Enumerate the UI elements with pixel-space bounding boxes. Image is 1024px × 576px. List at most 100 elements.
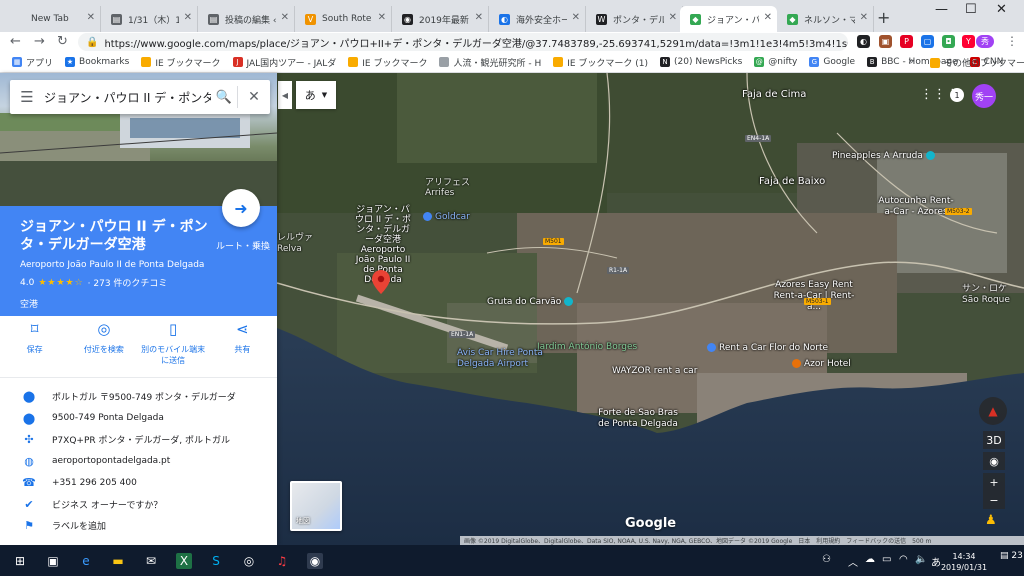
itunes-icon[interactable]: ♫ [274, 553, 290, 569]
map-label-gruta-do-carvao[interactable]: Gruta do Carvão [487, 297, 576, 307]
store-icon[interactable]: ▣ [45, 553, 61, 569]
tab-document[interactable]: ▤1/31（木）148✕ [101, 6, 198, 32]
map-label-avis[interactable]: Avis Car Hire Ponta Delgada Airport [457, 348, 557, 370]
map-layer-toggle[interactable]: 地図 [290, 481, 342, 531]
share-button[interactable]: ⋖ 共有 [208, 316, 277, 377]
skype-icon[interactable]: S [208, 553, 224, 569]
reload-button[interactable]: ↻ [57, 34, 68, 49]
nearby-button[interactable]: ◎ 付近を検索 [69, 316, 138, 377]
collapse-panel-button[interactable]: ◀ [278, 81, 292, 109]
minimize-button[interactable]: — [935, 2, 948, 17]
new-tab-button[interactable]: + [877, 8, 890, 27]
map-label-forte[interactable]: Forte de Sao Bras de Ponta Delgada [593, 408, 683, 430]
map-label-pineapples[interactable]: Pineapples A Arruda [832, 151, 938, 161]
avatar[interactable]: 秀一 [972, 84, 996, 108]
close-icon[interactable]: ✕ [860, 12, 868, 23]
notifications-badge[interactable]: 1 [950, 88, 964, 102]
place-category[interactable]: 空港 [20, 297, 257, 310]
zoom-in-button[interactable]: + [983, 473, 1005, 491]
bookmark-google[interactable]: G Google [809, 57, 855, 67]
tab-overseas-safety[interactable]: ◐海外安全ホーム✕ [489, 6, 586, 32]
maximize-button[interactable]: ☐ [965, 2, 977, 17]
close-icon[interactable]: ✕ [87, 12, 95, 23]
plus-code-row[interactable]: ✣ P7XQ+PR ポンタ・デルガーダ, ポルトガル [0, 429, 277, 451]
close-icon[interactable]: ✕ [475, 12, 483, 23]
close-icon[interactable]: ✕ [378, 12, 386, 23]
add-label-row[interactable]: ⚑ ラベルを追加 [0, 515, 277, 537]
website-row[interactable]: ◍ aeroportopontadelgada.pt [0, 451, 277, 473]
three-d-button[interactable]: 3D [983, 431, 1005, 449]
pinterest-icon[interactable]: P [900, 35, 913, 48]
tab-new-tab[interactable]: New Tab ✕ [4, 6, 101, 32]
tab-south-rote[interactable]: VSouth Rote Sa✕ [295, 6, 392, 32]
review-count-link[interactable]: · 273 件のクチコミ [88, 276, 168, 289]
map-label-goldcar[interactable]: Goldcar [423, 212, 470, 222]
map-label-azores-easy-rent[interactable]: Azores Easy Rent Rent-a-Car | Rent-a... [769, 280, 859, 313]
satellite-map[interactable]: Faja de Cima Pineapples A Arruda Faja de… [277, 73, 1024, 545]
my-location-icon[interactable]: ◉ [983, 452, 1005, 470]
bookmark-ie-folder-2[interactable]: IE ブックマーク [348, 56, 427, 69]
tab-wikipedia[interactable]: Wポンタ・デルガダ✕ [586, 6, 683, 32]
action-center-icon[interactable]: ▤ 23 [1000, 551, 1023, 561]
bookmark-jal[interactable]: J JAL国内ツアー - JALダ [232, 56, 336, 69]
network-icon[interactable]: ▭ [882, 554, 891, 565]
bookmark-apps[interactable]: ▦ アプリ [12, 56, 53, 69]
edge-icon[interactable]: e [78, 553, 94, 569]
phone-row[interactable]: ☎ +351 296 205 400 [0, 472, 277, 494]
map-label-azor-hotel[interactable]: Azor Hotel [792, 359, 851, 369]
search-icon[interactable]: 🔍 [211, 90, 237, 105]
bookmark-newspicks[interactable]: N (20) NewsPicks [660, 57, 742, 67]
hamburger-menu-icon[interactable]: ☰ [10, 88, 44, 106]
chrome-icon[interactable]: ◉ [307, 553, 323, 569]
close-icon[interactable]: ✕ [184, 12, 192, 23]
menu-icon[interactable]: ⋮ [1006, 34, 1018, 48]
bookmark-ie-folder-3[interactable]: IE ブックマーク (1) [553, 56, 648, 69]
extension-icon[interactable]: ◐ [857, 35, 870, 48]
tab-2019[interactable]: ◉2019年最新 モ✕ [392, 6, 489, 32]
bookmark-ie-folder[interactable]: IE ブックマーク [141, 56, 221, 69]
app-icon[interactable]: ◎ [241, 553, 257, 569]
excel-icon[interactable]: X [176, 553, 192, 569]
taskbar-clock[interactable]: 14:34 2019/01/31 [936, 551, 992, 573]
window-close-button[interactable]: ✕ [996, 2, 1007, 17]
mail-icon[interactable]: ✉ [143, 553, 159, 569]
clear-search-icon[interactable]: ✕ [238, 89, 270, 105]
wifi-icon[interactable]: ◠ [899, 554, 908, 565]
location-pin-icon[interactable] [372, 270, 390, 294]
pegman-icon[interactable]: ♟ [985, 513, 997, 528]
address-bar[interactable]: 🔒 https://www.google.com/maps/place/ジョアン・… [78, 33, 848, 51]
extension-icon[interactable]: ▢ [921, 35, 934, 48]
close-icon[interactable]: ✕ [281, 12, 289, 23]
directions-label[interactable]: ルート・乗換 [216, 239, 270, 252]
close-icon[interactable]: ✕ [669, 12, 677, 23]
input-language-button[interactable]: あ ▼ [296, 81, 336, 109]
save-button[interactable]: ⌑ 保存 [0, 316, 69, 377]
close-icon[interactable]: ✕ [764, 12, 772, 23]
onedrive-icon[interactable]: ☁ [865, 554, 875, 565]
map-label-autocunha[interactable]: Autocunha Rent-a-Car - Azores [877, 196, 955, 218]
other-bookmarks-folder[interactable]: その他のブックマーク [930, 56, 1024, 69]
profile-icon[interactable]: 秀 [976, 35, 994, 48]
close-icon[interactable]: ✕ [572, 12, 580, 23]
extension-icon[interactable]: ◘ [942, 35, 955, 48]
address-row[interactable]: ⬤ ポルトガル 〒9500-749 ポンタ・デルガーダ [0, 386, 277, 408]
file-explorer-icon[interactable]: ▬ [110, 553, 126, 569]
back-button[interactable]: ← [10, 34, 21, 49]
search-input[interactable]: ジョアン・パウロ II デ・ポンタ・ [44, 89, 211, 106]
show-hidden-icons-chevron[interactable]: ︿ [848, 554, 858, 569]
address-row-latin[interactable]: ⬤ 9500-749 Ponta Delgada [0, 408, 277, 430]
bookmark-bookmarks[interactable]: ★ Bookmarks [65, 57, 129, 67]
volume-icon[interactable]: 🔈 [915, 554, 927, 565]
yahoo-icon[interactable]: Y [962, 35, 975, 48]
extension-icon[interactable]: ▣ [879, 35, 892, 48]
bookmark-nifty[interactable]: @ @nifty [754, 57, 797, 67]
bookmark-tourism[interactable]: 人流・観光研究所 - H [439, 56, 541, 69]
directions-button[interactable]: ➜ [222, 189, 260, 227]
windows-start-icon[interactable]: ⊞ [12, 553, 28, 569]
search-box[interactable]: ☰ ジョアン・パウロ II デ・ポンタ・ 🔍 ✕ [10, 80, 270, 114]
zoom-out-button[interactable]: − [983, 491, 1005, 509]
forward-button[interactable]: → [34, 34, 45, 49]
compass-icon[interactable]: ▲ [979, 397, 1007, 425]
map-label-wayzor[interactable]: WAYZOR rent a car [612, 366, 697, 376]
tab-google-maps-mandela[interactable]: ◆ネルソン・マンデ✕ [777, 6, 874, 32]
